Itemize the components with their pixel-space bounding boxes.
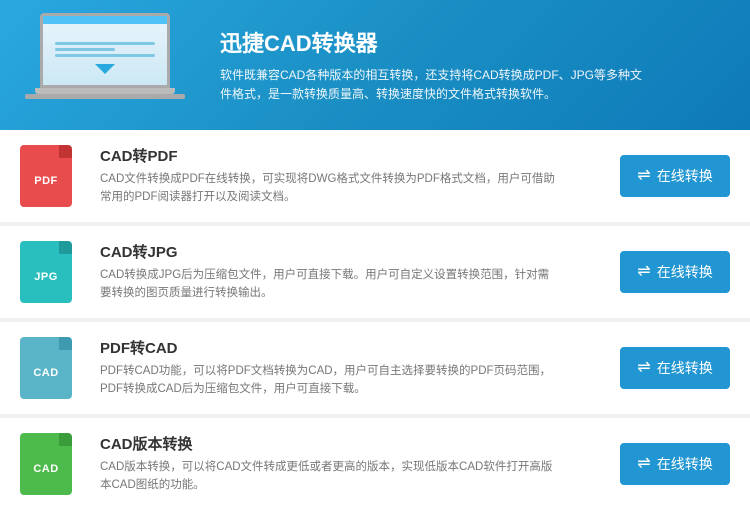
item-title-cad-version: CAD版本转换 bbox=[100, 433, 605, 454]
file-icon-cad-to-pdf: PDF bbox=[20, 145, 82, 207]
item-title-cad-to-jpg: CAD转JPG bbox=[100, 241, 605, 262]
item-row-cad-to-jpg: JPG CAD转JPG CAD转换成JPG后为压缩包文件，用户可直接下载。用户可… bbox=[0, 226, 750, 318]
item-title-cad-to-pdf: CAD转PDF bbox=[100, 145, 605, 166]
item-info-cad-version: CAD版本转换 CAD版本转换，可以将CAD文件转成更低或者更高的版本，实现低版… bbox=[100, 433, 605, 495]
convert-icon: ⇌ bbox=[637, 264, 650, 280]
convert-label: 在线转换 bbox=[657, 166, 713, 186]
app-title: 迅捷CAD转换器 bbox=[220, 26, 650, 58]
file-icon-pdf-to-cad: CAD bbox=[20, 337, 82, 399]
app-description: 软件既兼容CAD各种版本的相互转换，还支持将CAD转换成PDF、JPG等多种文件… bbox=[220, 66, 650, 104]
file-icon-cad-to-jpg: JPG bbox=[20, 241, 82, 303]
convert-label: 在线转换 bbox=[657, 358, 713, 378]
convert-button-pdf-to-cad[interactable]: ⇌ 在线转换 bbox=[620, 347, 730, 389]
item-desc-cad-to-pdf: CAD文件转换成PDF在线转换，可实现将DWG格式文件转换为PDF格式文档，用户… bbox=[100, 171, 560, 207]
header-text-block: 迅捷CAD转换器 软件既兼容CAD各种版本的相互转换，还支持将CAD转换成PDF… bbox=[220, 26, 650, 104]
hero-illustration bbox=[20, 13, 200, 118]
convert-button-cad-version[interactable]: ⇌ 在线转换 bbox=[620, 443, 730, 485]
convert-icon: ⇌ bbox=[637, 168, 650, 184]
convert-label: 在线转换 bbox=[657, 262, 713, 282]
file-icon-cad-version: CAD bbox=[20, 433, 82, 495]
item-row-cad-version: CAD CAD版本转换 CAD版本转换，可以将CAD文件转成更低或者更高的版本，… bbox=[0, 418, 750, 510]
header: 迅捷CAD转换器 软件既兼容CAD各种版本的相互转换，还支持将CAD转换成PDF… bbox=[0, 0, 750, 130]
item-title-pdf-to-cad: PDF转CAD bbox=[100, 337, 605, 358]
item-desc-cad-version: CAD版本转换，可以将CAD文件转成更低或者更高的版本，实现低版本CAD软件打开… bbox=[100, 459, 560, 495]
item-desc-pdf-to-cad: PDF转CAD功能，可以将PDF文档转换为CAD，用户可自主选择要转换的PDF页… bbox=[100, 363, 560, 399]
item-row-pdf-to-cad: CAD PDF转CAD PDF转CAD功能，可以将PDF文档转换为CAD，用户可… bbox=[0, 322, 750, 414]
item-row-cad-to-pdf: PDF CAD转PDF CAD文件转换成PDF在线转换，可实现将DWG格式文件转… bbox=[0, 130, 750, 222]
convert-icon: ⇌ bbox=[637, 360, 650, 376]
item-info-cad-to-jpg: CAD转JPG CAD转换成JPG后为压缩包文件，用户可直接下载。用户可自定义设… bbox=[100, 241, 605, 303]
item-desc-cad-to-jpg: CAD转换成JPG后为压缩包文件，用户可直接下载。用户可自定义设置转换范围，针对… bbox=[100, 267, 560, 303]
items-list: PDF CAD转PDF CAD文件转换成PDF在线转换，可实现将DWG格式文件转… bbox=[0, 130, 750, 510]
item-info-cad-to-pdf: CAD转PDF CAD文件转换成PDF在线转换，可实现将DWG格式文件转换为PD… bbox=[100, 145, 605, 207]
convert-button-cad-to-jpg[interactable]: ⇌ 在线转换 bbox=[620, 251, 730, 293]
item-info-pdf-to-cad: PDF转CAD PDF转CAD功能，可以将PDF文档转换为CAD，用户可自主选择… bbox=[100, 337, 605, 399]
convert-icon: ⇌ bbox=[637, 456, 650, 472]
convert-label: 在线转换 bbox=[657, 454, 713, 474]
convert-button-cad-to-pdf[interactable]: ⇌ 在线转换 bbox=[620, 155, 730, 197]
